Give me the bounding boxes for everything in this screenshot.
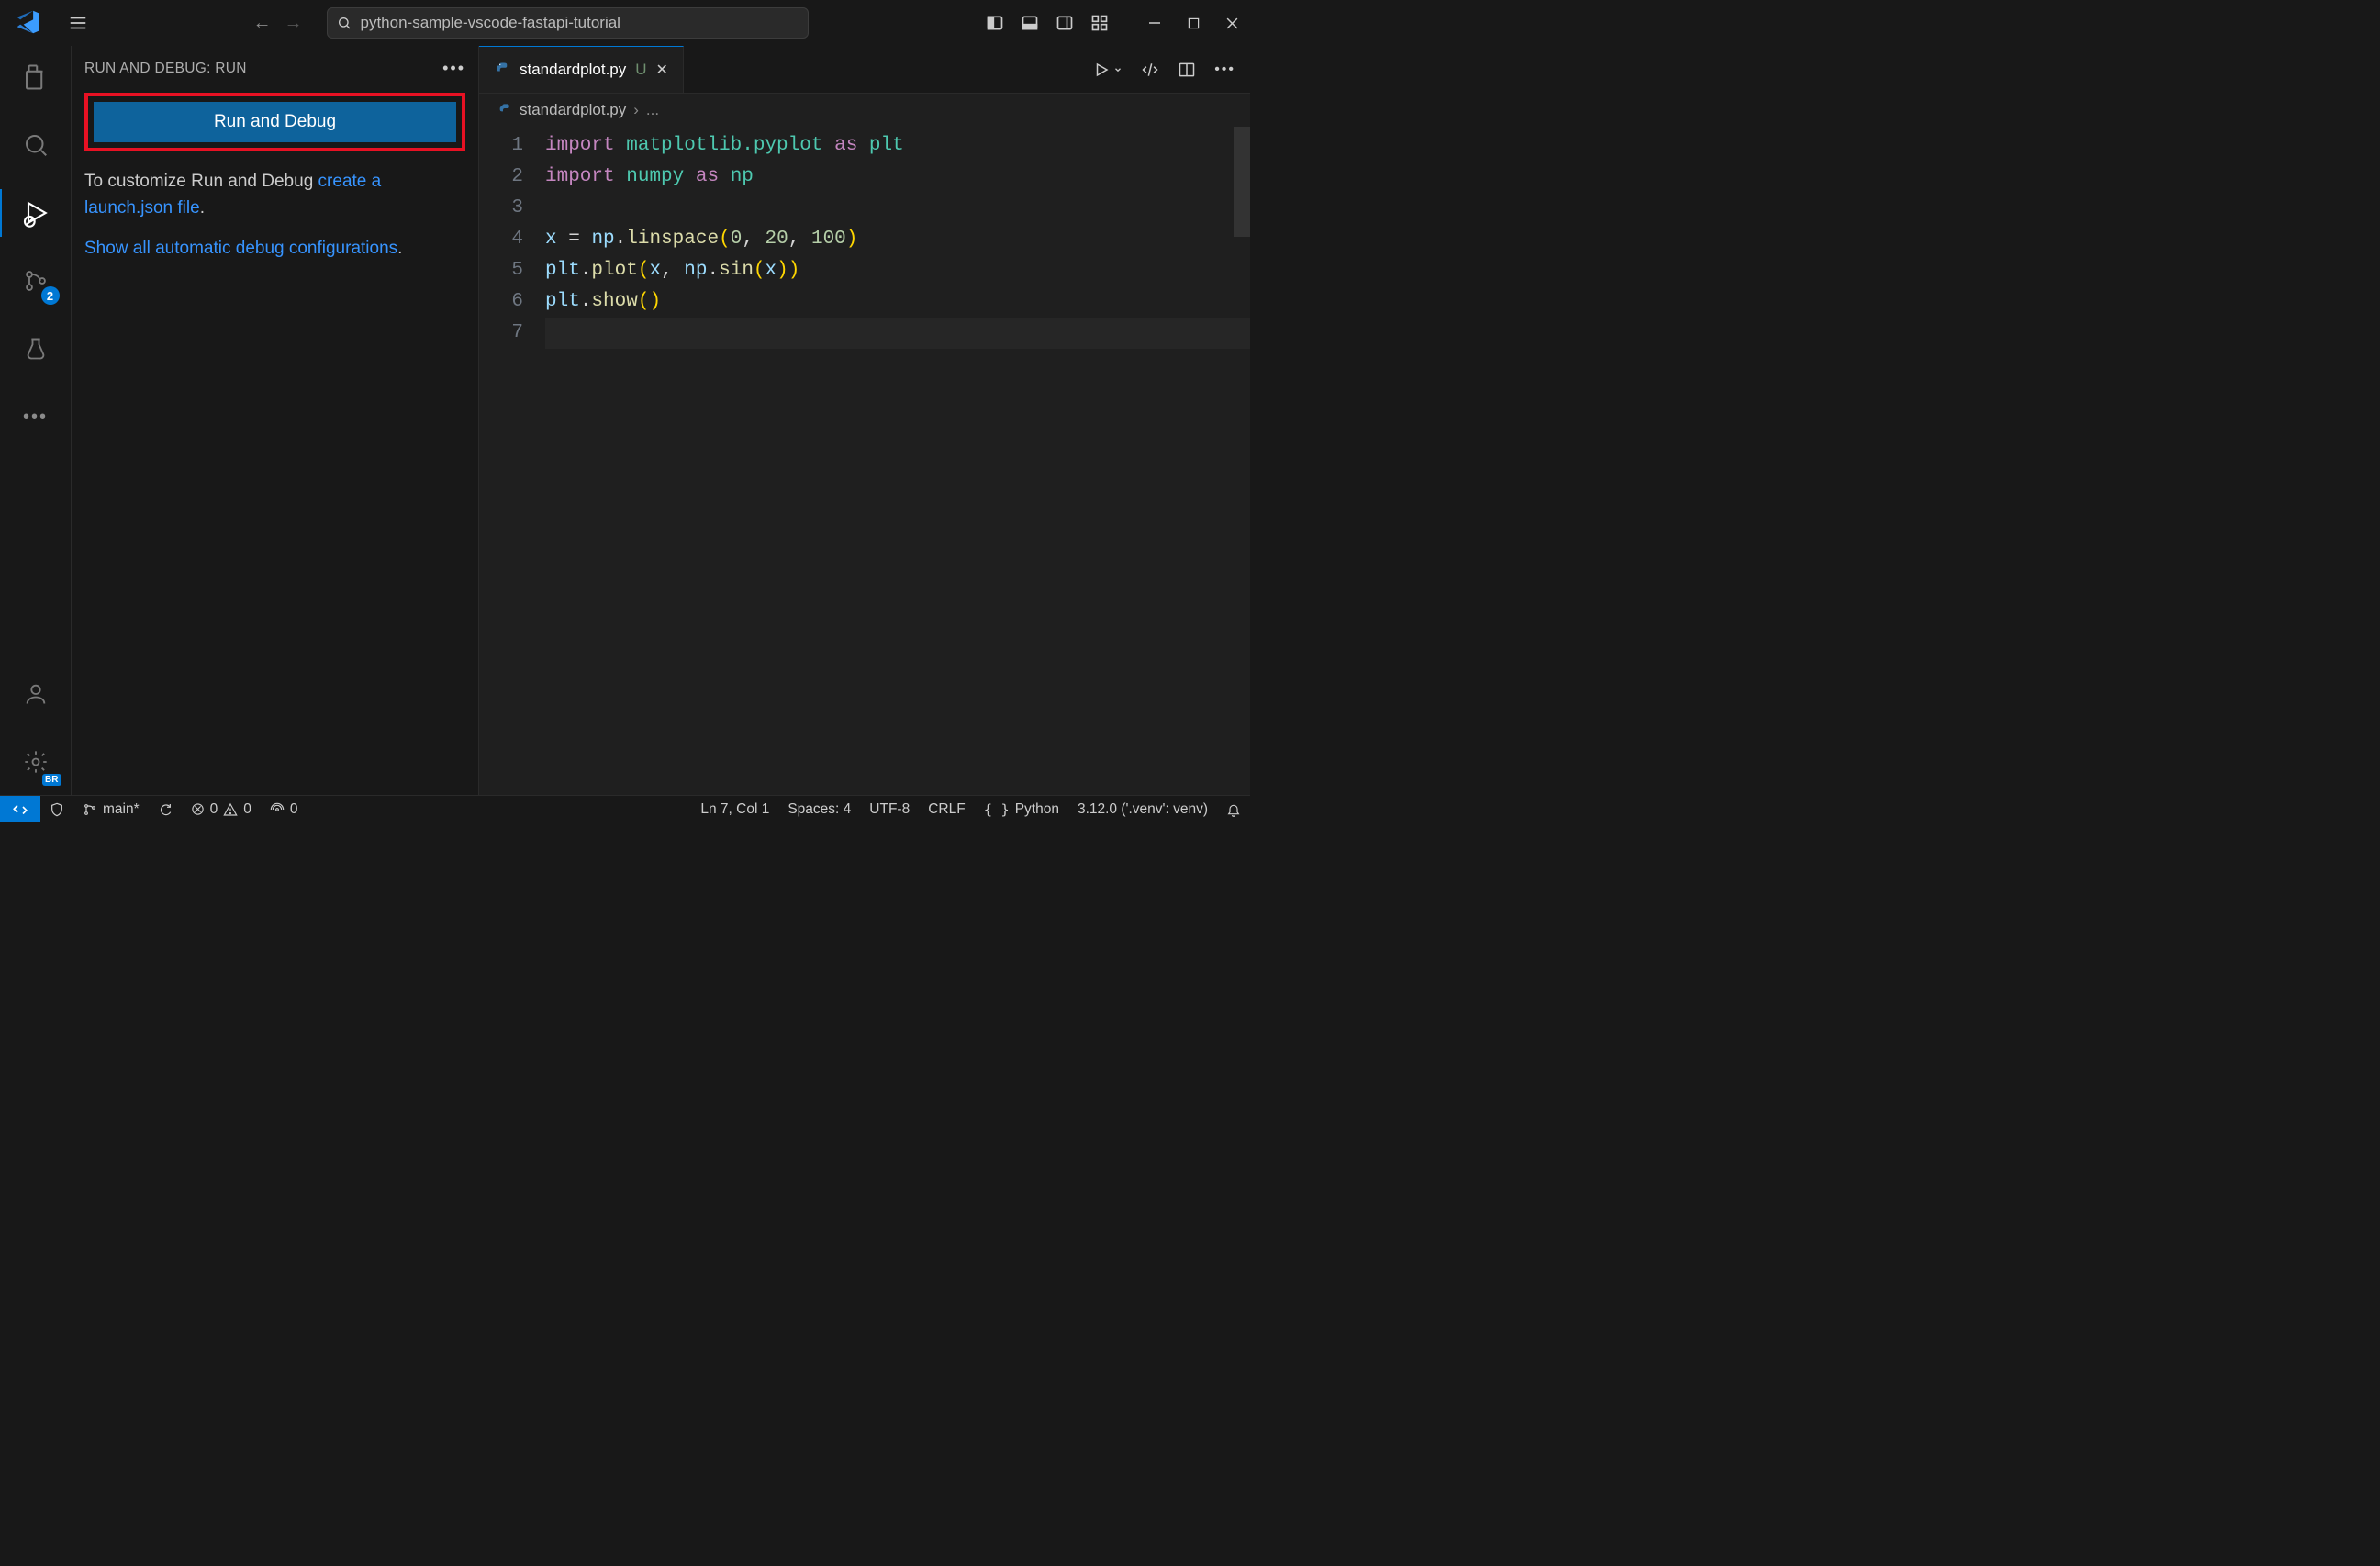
command-center-search[interactable]: python-sample-vscode-fastapi-tutorial [327,7,809,39]
breadcrumb-more: ... [646,101,659,119]
explorer-icon[interactable] [16,57,56,97]
status-interpreter[interactable]: 3.12.0 ('.venv': venv) [1068,796,1217,822]
breadcrumb[interactable]: standardplot.py › ... [479,94,1250,127]
minimap[interactable] [1234,127,1250,237]
breadcrumb-separator-icon: › [633,101,639,119]
testing-icon[interactable] [16,329,56,369]
split-editor-icon[interactable] [1178,61,1196,79]
activity-bar: 2 ••• BR [0,46,72,795]
highlight-box: Run and Debug [84,93,465,151]
sidebar-more-icon[interactable]: ••• [442,59,465,78]
tab-modified-indicator: U [635,61,646,79]
settings-badge: BR [42,774,61,786]
editor-tab[interactable]: standardplot.py U ✕ [479,46,684,93]
settings-gear-icon[interactable]: BR [16,742,56,782]
layout-primary-sidebar-icon[interactable] [986,14,1004,32]
python-file-icon [497,103,512,117]
show-auto-config-link[interactable]: Show all automatic debug configurations [84,239,397,258]
run-and-debug-button[interactable]: Run and Debug [94,102,456,142]
status-problems[interactable]: 0 0 [182,796,261,822]
customize-text: To customize Run and Debug [84,172,313,191]
more-activity-icon[interactable]: ••• [16,397,56,437]
account-icon[interactable] [16,674,56,714]
status-trust-icon[interactable] [40,796,73,822]
status-encoding[interactable]: UTF-8 [860,796,919,822]
sidebar: RUN AND DEBUG: RUN ••• Run and Debug To … [72,46,479,795]
status-notifications-icon[interactable] [1217,796,1250,822]
search-activity-icon[interactable] [16,125,56,165]
remote-indicator-icon[interactable] [0,796,40,822]
line-gutter: 1 2 3 4 5 6 7 [479,130,545,795]
compare-changes-icon[interactable] [1141,61,1159,79]
code-editor[interactable]: 1 2 3 4 5 6 7 import matplotlib.pyplot a… [479,127,1250,795]
status-eol[interactable]: CRLF [919,796,974,822]
customize-layout-icon[interactable] [1090,14,1109,32]
status-language[interactable]: { } Python [975,796,1068,822]
close-tab-icon[interactable]: ✕ [656,61,668,79]
layout-panel-icon[interactable] [1021,14,1039,32]
branch-name: main* [103,801,140,818]
nav-forward-icon[interactable]: → [285,13,303,34]
code-lines: import matplotlib.pyplot as plt import n… [545,130,1250,795]
layout-secondary-sidebar-icon[interactable] [1056,14,1074,32]
editor-more-icon[interactable]: ••• [1214,62,1235,78]
tab-filename: standardplot.py [520,61,626,79]
python-file-icon [494,62,510,78]
run-debug-activity-icon[interactable] [16,193,56,233]
status-sync-icon[interactable] [149,796,182,822]
search-text: python-sample-vscode-fastapi-tutorial [361,14,620,32]
scm-badge: 2 [41,286,60,305]
search-icon [337,16,352,30]
source-control-icon[interactable]: 2 [16,261,56,301]
maximize-window-icon[interactable] [1182,17,1204,29]
tab-bar: standardplot.py U ✕ ••• [479,46,1250,94]
status-cursor[interactable]: Ln 7, Col 1 [691,796,778,822]
vscode-logo-icon [15,9,42,37]
period2: . [397,239,402,258]
titlebar: ← → python-sample-vscode-fastapi-tutoria… [0,0,1250,46]
error-count: 0 [210,801,218,818]
ports-count: 0 [290,801,298,818]
status-ports[interactable]: 0 [261,796,307,822]
status-bar: main* 0 0 0 Ln 7, Col 1 Spaces: 4 UTF-8 … [0,795,1250,822]
close-window-icon[interactable] [1221,17,1243,30]
run-file-icon[interactable] [1093,62,1123,78]
hamburger-menu-icon[interactable] [68,13,88,33]
sidebar-title: RUN AND DEBUG: RUN [84,61,247,77]
warning-count: 0 [243,801,251,818]
braces-icon: { } [984,801,1010,818]
status-indent[interactable]: Spaces: 4 [778,796,860,822]
period: . [200,198,205,218]
nav-back-icon[interactable]: ← [253,13,272,34]
breadcrumb-file: standardplot.py [520,101,626,119]
editor-area: standardplot.py U ✕ ••• [479,46,1250,795]
status-branch[interactable]: main* [73,796,149,822]
minimize-window-icon[interactable] [1144,17,1166,29]
